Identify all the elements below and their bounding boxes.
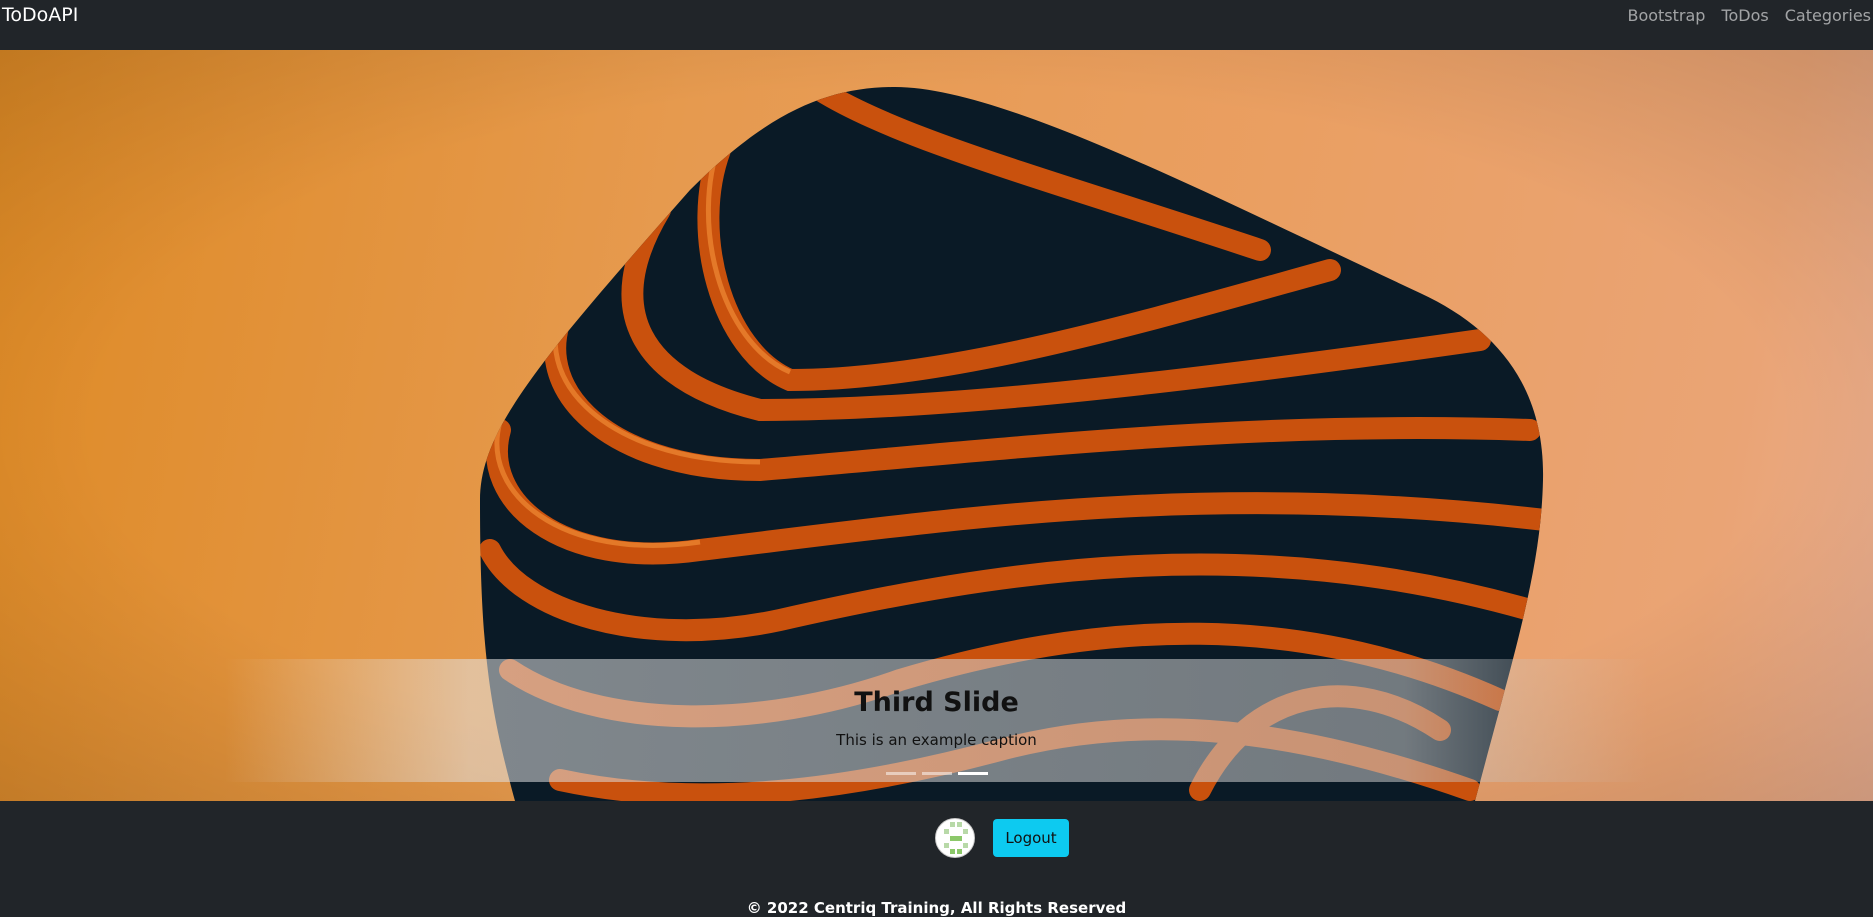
nav-link-categories[interactable]: Categories xyxy=(1785,6,1871,25)
image-carousel[interactable]: Third Slide This is an example caption xyxy=(0,50,1873,801)
nav-link-todos[interactable]: ToDos xyxy=(1721,6,1768,25)
carousel-indicators xyxy=(886,772,988,775)
carousel-caption: Third Slide This is an example caption xyxy=(0,659,1873,782)
indicator-slide-3[interactable] xyxy=(958,772,988,775)
indicator-slide-2[interactable] xyxy=(922,772,952,775)
top-navbar: ToDoAPI Bootstrap ToDos Categories xyxy=(0,0,1873,50)
nav-link-bootstrap[interactable]: Bootstrap xyxy=(1627,6,1705,25)
indicator-slide-1[interactable] xyxy=(886,772,916,775)
nav-links: Bootstrap ToDos Categories xyxy=(1627,6,1871,25)
caption-text: This is an example caption xyxy=(836,731,1037,749)
user-avatar-icon[interactable] xyxy=(935,818,975,858)
logout-button[interactable]: Logout xyxy=(993,819,1069,857)
brand-link[interactable]: ToDoAPI xyxy=(2,4,78,26)
caption-title: Third Slide xyxy=(854,687,1019,718)
copyright-text: © 2022 Centriq Training, All Rights Rese… xyxy=(746,899,1127,917)
